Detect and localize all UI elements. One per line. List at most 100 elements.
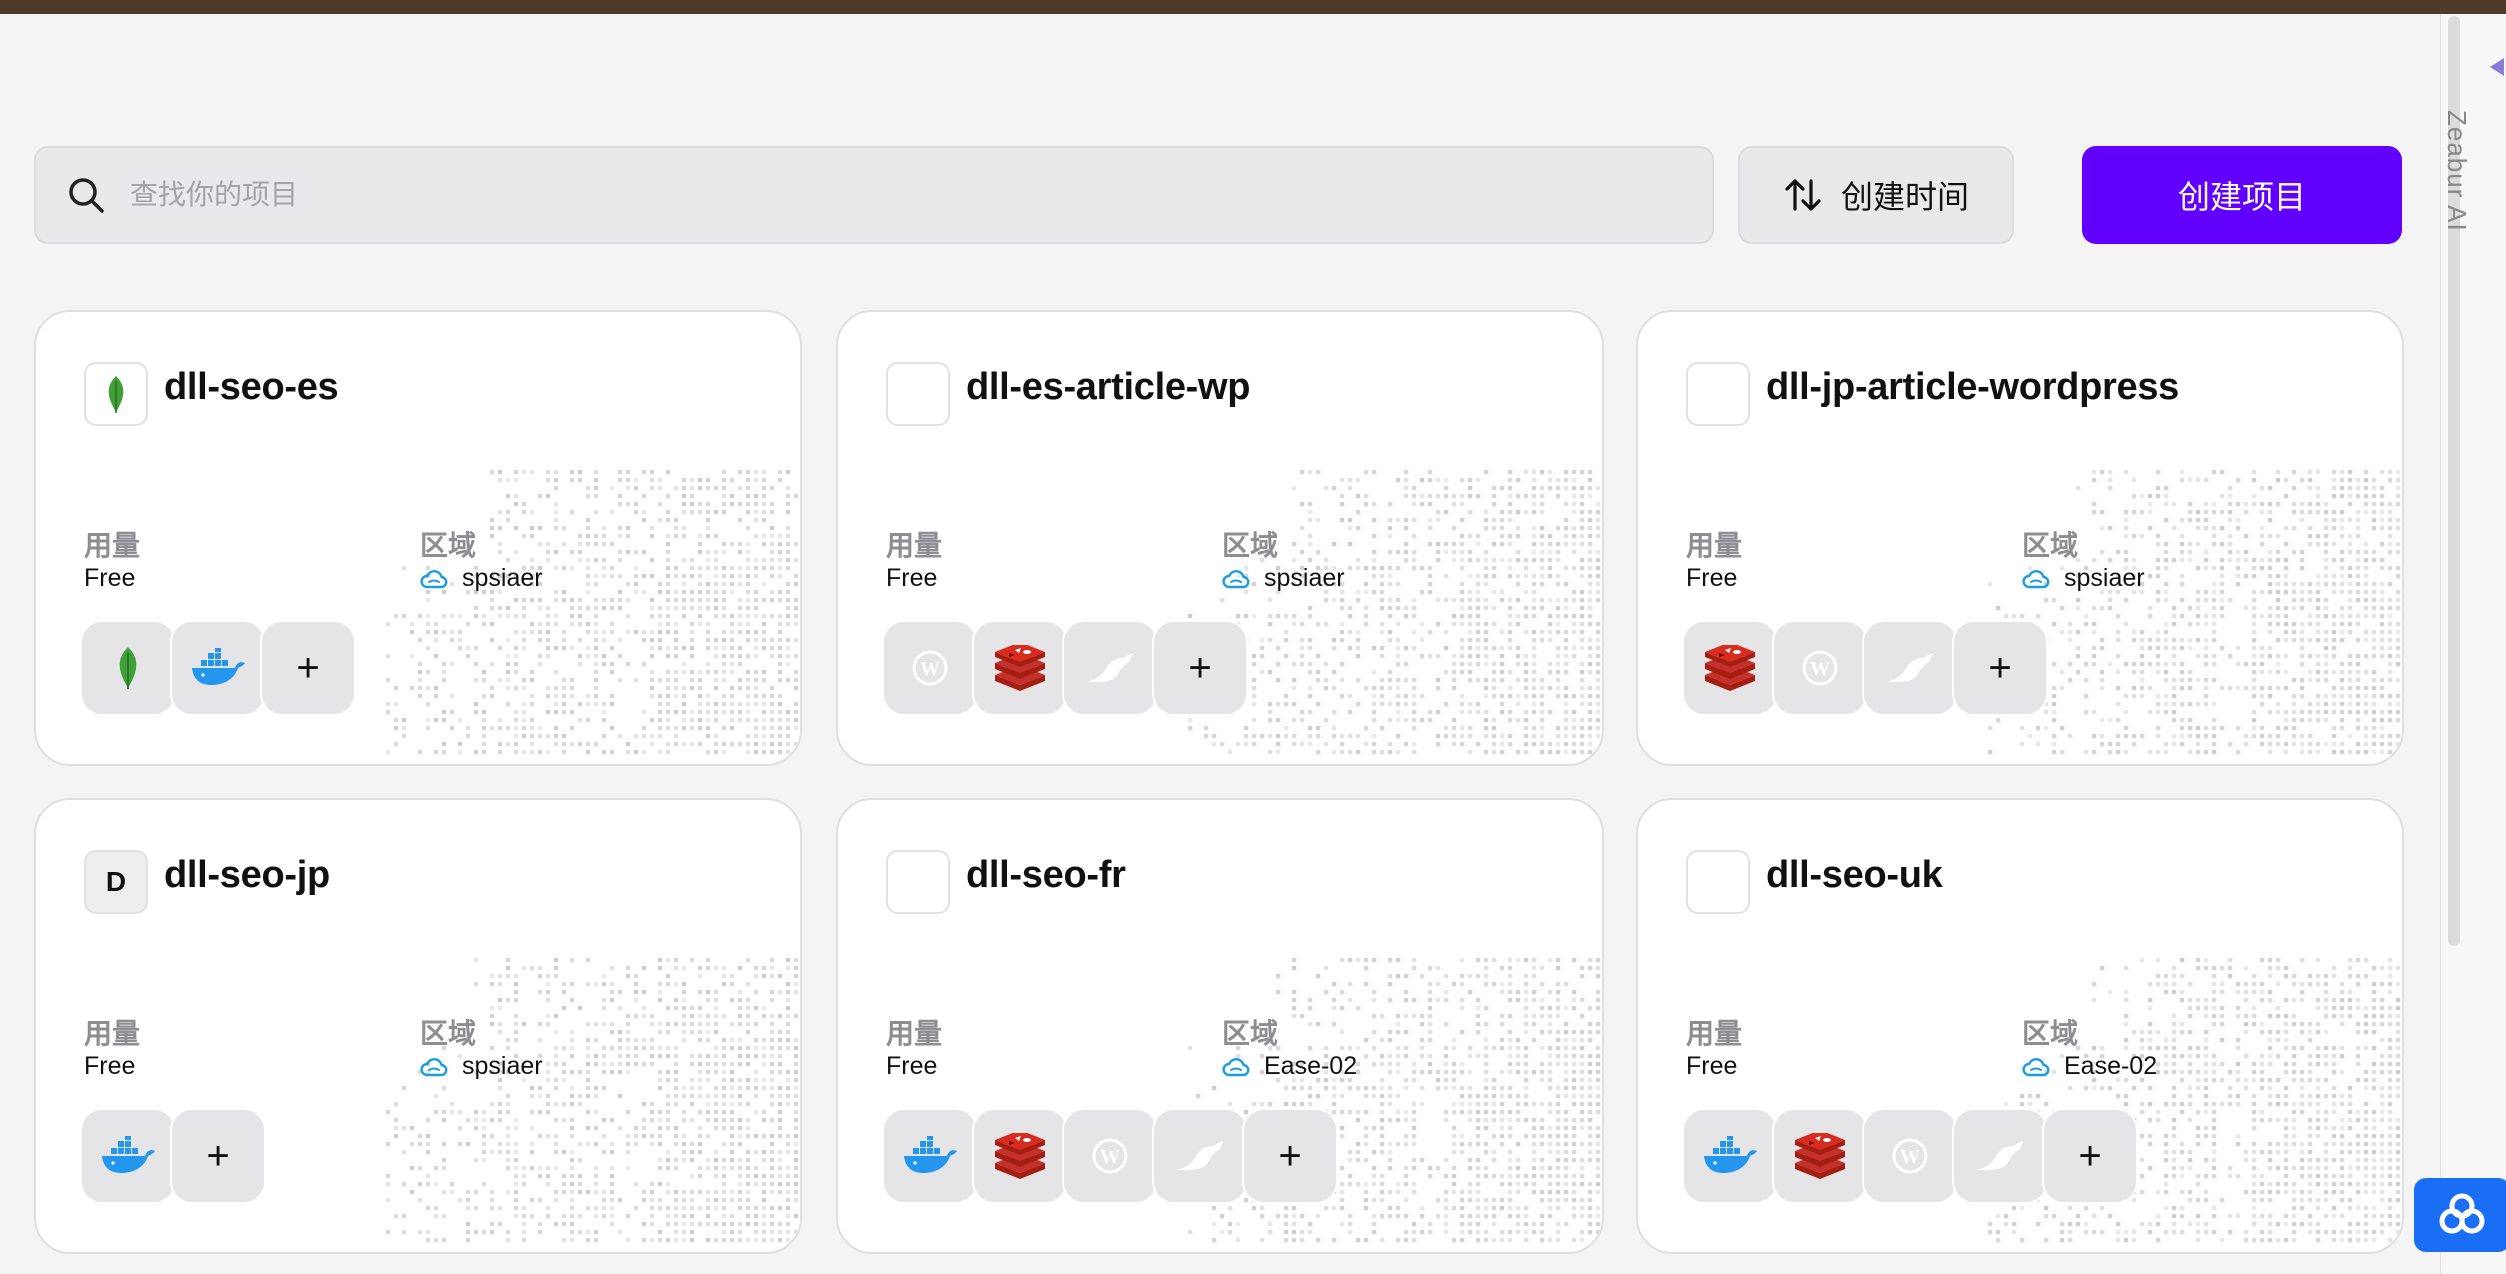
service-redis-icon[interactable] [1682,620,1778,716]
add-service-button[interactable]: + [260,620,356,716]
region-label: 区域 [1222,1018,1279,1049]
region-value: spsiaer [1222,564,1345,593]
cloud-icon [1222,569,1250,588]
project-card-dll-seo-fr[interactable]: dll-seo-fr 用量 Free 区域 Ease-02 W + [836,798,1604,1254]
region-label: 区域 [420,1018,477,1049]
usage-label: 用量 [886,530,943,561]
mongodb-icon [84,362,148,426]
service-wordpress-icon[interactable]: W [882,620,978,716]
sort-button[interactable]: 创建时间 [1738,146,2014,244]
project-title[interactable]: dll-seo-uk [1766,854,1943,897]
usage-label: 用量 [84,530,141,561]
service-wordpress-icon[interactable]: W [1772,620,1868,716]
cloud-icon [2022,1057,2050,1076]
service-list: W + [882,620,1248,716]
usage-label: 用量 [84,1018,141,1049]
usage-label: 用量 [1686,1018,1743,1049]
usage-value: Free [1686,1052,1738,1080]
search-box[interactable] [34,146,1714,244]
service-list: + [80,620,356,716]
add-service-button[interactable]: + [2042,1108,2138,1204]
region-label: 区域 [2022,1018,2079,1049]
project-title[interactable]: dll-seo-fr [966,854,1126,897]
zeabur-float-logo-icon[interactable] [2414,1178,2506,1252]
service-list: W + [1682,620,2048,716]
service-redis-icon[interactable] [1772,1108,1868,1204]
region-text: spsiaer [462,1052,543,1080]
project-title[interactable]: dll-seo-es [164,366,339,409]
service-mariadb-icon[interactable] [1062,620,1158,716]
region-text: spsiaer [1264,564,1345,592]
usage-label: 用量 [886,1018,943,1049]
service-docker-icon[interactable] [80,1108,176,1204]
add-service-button[interactable]: + [1152,620,1248,716]
service-mariadb-icon[interactable] [1862,620,1958,716]
rail-collapse-arrow-icon[interactable] [2490,58,2504,76]
service-mariadb-icon[interactable] [1952,1108,2048,1204]
region-value: spsiaer [420,564,543,593]
project-card-dll-seo-es[interactable]: dll-seo-es 用量 Free 区域 spsiaer + [34,310,802,766]
search-input[interactable] [130,179,1630,211]
service-mongodb-icon[interactable] [80,620,176,716]
project-title[interactable]: dll-jp-article-wordpress [1766,366,2179,409]
project-logo-placeholder [886,362,950,426]
project-card-dll-seo-uk[interactable]: dll-seo-uk 用量 Free 区域 Ease-02 W + [1636,798,2404,1254]
svg-text:W: W [920,658,940,680]
service-redis-icon[interactable] [972,620,1068,716]
project-title[interactable]: dll-es-article-wp [966,366,1250,409]
region-label: 区域 [1222,530,1279,561]
region-text: Ease-02 [1264,1052,1358,1080]
service-list: + [80,1108,266,1204]
region-value: spsiaer [420,1052,543,1081]
world-map-decoration [1988,470,2401,755]
cloud-icon [420,1057,448,1076]
svg-text:W: W [1100,1146,1120,1168]
usage-value: Free [84,1052,136,1080]
service-wordpress-icon[interactable]: W [1862,1108,1958,1204]
region-label: 区域 [420,530,477,561]
add-service-button[interactable]: + [1952,620,2048,716]
service-redis-icon[interactable] [972,1108,1068,1204]
project-logo-placeholder [886,850,950,914]
top-strip [0,0,2506,14]
svg-text:W: W [1810,658,1830,680]
region-text: Ease-02 [2064,1052,2158,1080]
service-list: W + [1682,1108,2138,1204]
service-docker-icon[interactable] [170,620,266,716]
world-map-decoration [386,958,799,1243]
side-rail-label[interactable]: Zeabur AI [2432,110,2472,232]
usage-value: Free [886,1052,938,1080]
project-title[interactable]: dll-seo-jp [164,854,330,897]
create-project-button[interactable]: 创建项目 [2082,146,2402,244]
region-value: Ease-02 [2022,1052,2157,1081]
add-service-button[interactable]: + [170,1108,266,1204]
region-text: spsiaer [2064,564,2145,592]
service-wordpress-icon[interactable]: W [1062,1108,1158,1204]
sort-label: 创建时间 [1840,179,1969,215]
project-card-dll-jp-article-wordpress[interactable]: dll-jp-article-wordpress 用量 Free 区域 spsi… [1636,310,2404,766]
project-logo-placeholder [1686,362,1750,426]
usage-value: Free [84,564,136,592]
usage-value: Free [886,564,938,592]
service-docker-icon[interactable] [882,1108,978,1204]
add-service-button[interactable]: + [1242,1108,1338,1204]
world-map-decoration [386,470,799,755]
service-docker-icon[interactable] [1682,1108,1778,1204]
region-text: spsiaer [462,564,543,592]
service-list: W + [882,1108,1338,1204]
usage-label: 用量 [1686,530,1743,561]
world-map-decoration [1188,958,1601,1243]
search-icon [69,178,104,213]
project-logo-placeholder [1686,850,1750,914]
region-value: spsiaer [2022,564,2145,593]
service-mariadb-icon[interactable] [1152,1108,1248,1204]
world-map-decoration [1188,470,1601,755]
project-avatar: D [84,850,148,914]
project-card-dll-es-article-wp[interactable]: dll-es-article-wp 用量 Free 区域 spsiaer W + [836,310,1604,766]
region-label: 区域 [2022,530,2079,561]
cloud-icon [2022,569,2050,588]
usage-value: Free [1686,564,1738,592]
project-card-dll-seo-jp[interactable]: D dll-seo-jp 用量 Free 区域 spsiaer + [34,798,802,1254]
sort-arrows-icon [1785,179,1821,211]
cloud-icon [1222,1057,1250,1076]
